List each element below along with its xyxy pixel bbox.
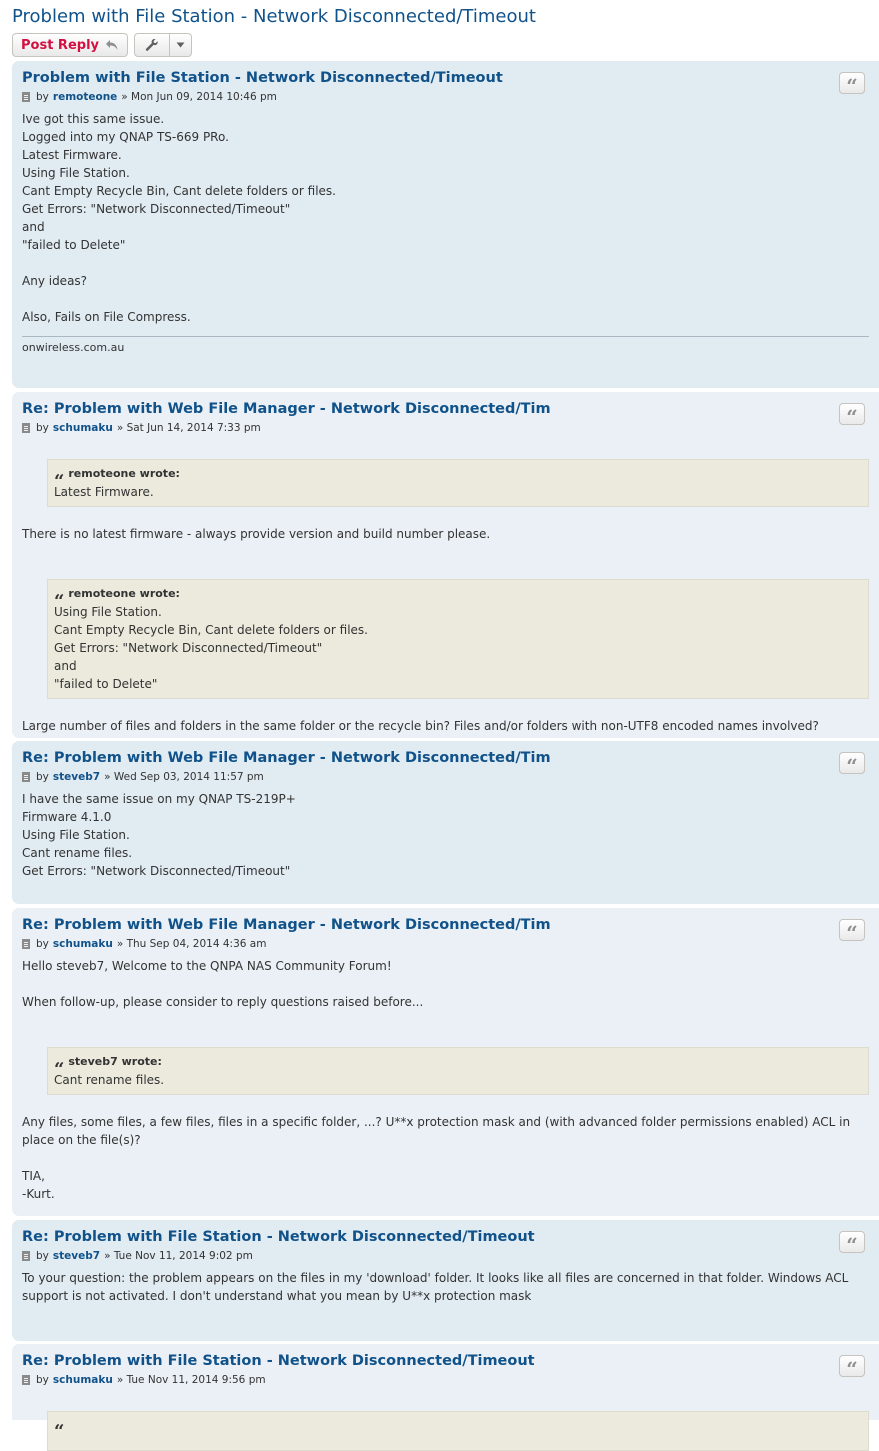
- text-line: Firmware 4.1.0: [22, 810, 112, 824]
- author-link[interactable]: steveb7: [53, 771, 100, 783]
- post: Re: Problem with File Station - Network …: [12, 1344, 879, 1451]
- text-paragraph: To your question: the problem appears on…: [22, 1271, 849, 1303]
- quote-cite: “remoteone wrote:: [54, 465, 862, 483]
- author-link[interactable]: schumaku: [53, 938, 113, 950]
- text-line: TIA,: [22, 1169, 45, 1183]
- post-date: » Thu Sep 04, 2014 4:36 am: [116, 938, 267, 950]
- post-icon[interactable]: [22, 92, 30, 102]
- quote-button[interactable]: “: [839, 72, 865, 96]
- post-content: “remoteone wrote: Latest Firmware. There…: [22, 441, 869, 735]
- post: Re: Problem with File Station - Network …: [12, 1220, 879, 1341]
- text-line: Also, Fails on File Compress.: [22, 310, 191, 324]
- post-title[interactable]: Re: Problem with File Station - Network …: [22, 1228, 822, 1246]
- signature: onwireless.com.au: [22, 336, 869, 357]
- text-line: [22, 254, 869, 272]
- text-line: Using File Station.: [22, 166, 130, 180]
- topic-actions: Post Reply: [12, 33, 192, 57]
- post-title[interactable]: Re: Problem with Web File Manager - Netw…: [22, 749, 822, 767]
- text-line: Get Errors: "Network Disconnected/Timeou…: [22, 202, 291, 216]
- quote-button[interactable]: “: [839, 1231, 865, 1255]
- post: Problem with File Station - Network Disc…: [12, 61, 879, 388]
- text-line: I have the same issue on my QNAP TS-219P…: [22, 792, 296, 806]
- text-line: Using File Station.: [22, 828, 130, 842]
- post-author-line: by steveb7 » Tue Nov 11, 2014 9:02 pm: [22, 1250, 869, 1262]
- text-line: [22, 975, 869, 993]
- post-content: Hello steveb7, Welcome to the QNPA NAS C…: [22, 957, 869, 1203]
- text-line: Logged into my QNAP TS-669 PRo.: [22, 130, 229, 144]
- post-title[interactable]: Re: Problem with Web File Manager - Netw…: [22, 400, 822, 418]
- text-line: and: [22, 220, 45, 234]
- post-title[interactable]: Re: Problem with File Station - Network …: [22, 1352, 822, 1370]
- wrench-icon: [135, 34, 169, 56]
- post-content: “: [22, 1393, 869, 1451]
- quote-block: “remoteone wrote: Using File Station. Ca…: [47, 579, 869, 699]
- post-date: » Mon Jun 09, 2014 10:46 pm: [121, 91, 277, 103]
- text-line: There is no latest firmware - always pro…: [22, 527, 491, 541]
- post-icon[interactable]: [22, 1251, 30, 1261]
- post: Re: Problem with Web File Manager - Netw…: [12, 741, 879, 904]
- post-author-line: by schumaku » Thu Sep 04, 2014 4:36 am: [22, 938, 869, 950]
- quote-cite: “: [54, 1417, 862, 1432]
- quote-block: “remoteone wrote: Latest Firmware.: [47, 459, 869, 507]
- text-line: Hello steveb7, Welcome to the QNPA NAS C…: [22, 959, 392, 973]
- quote-icon: “: [54, 1055, 64, 1070]
- quote-icon: “: [54, 587, 64, 602]
- post-icon[interactable]: [22, 423, 30, 433]
- post-content: To your question: the problem appears on…: [22, 1269, 869, 1305]
- post-icon[interactable]: [22, 939, 30, 949]
- author-link[interactable]: remoteone: [53, 91, 117, 103]
- quote-cite: “steveb7 wrote:: [54, 1053, 862, 1071]
- text-line: [22, 290, 869, 308]
- quote-icon: “: [54, 1417, 64, 1432]
- post-author-line: by remoteone » Mon Jun 09, 2014 10:46 pm: [22, 91, 869, 103]
- post-title[interactable]: Problem with File Station - Network Disc…: [22, 69, 822, 87]
- quote-block: “: [47, 1411, 869, 1451]
- topic-title[interactable]: Problem with File Station - Network Disc…: [12, 6, 536, 27]
- chevron-down-icon: [169, 34, 191, 56]
- text-line: Latest Firmware.: [22, 148, 122, 162]
- post-date: » Sat Jun 14, 2014 7:33 pm: [116, 422, 261, 434]
- quote-button[interactable]: “: [839, 752, 865, 776]
- post-icon[interactable]: [22, 1375, 30, 1385]
- post-date: » Wed Sep 03, 2014 11:57 pm: [104, 771, 264, 783]
- author-link[interactable]: schumaku: [53, 1374, 113, 1386]
- text-line: "failed to Delete": [22, 238, 126, 252]
- text-line: Cant Empty Recycle Bin, Cant delete fold…: [22, 184, 336, 198]
- quote-cite: “remoteone wrote:: [54, 585, 862, 603]
- post-author-line: by schumaku » Tue Nov 11, 2014 9:56 pm: [22, 1374, 869, 1386]
- reply-arrow-icon: [105, 39, 119, 51]
- quote-button[interactable]: “: [839, 1355, 865, 1379]
- author-link[interactable]: schumaku: [53, 422, 113, 434]
- text-paragraph: Any files, some files, a few files, file…: [22, 1115, 851, 1147]
- quote-block: “steveb7 wrote: Cant rename files.: [47, 1047, 869, 1095]
- text-line: Any ideas?: [22, 274, 88, 288]
- post-content: I have the same issue on my QNAP TS-219P…: [22, 790, 869, 880]
- quote-button[interactable]: “: [839, 919, 865, 943]
- text-line: Get Errors: "Network Disconnected/Timeou…: [22, 864, 291, 878]
- post: Re: Problem with Web File Manager - Netw…: [12, 392, 879, 738]
- post-date: » Tue Nov 11, 2014 9:02 pm: [104, 1250, 253, 1262]
- post-date: » Tue Nov 11, 2014 9:56 pm: [116, 1374, 266, 1386]
- post-title[interactable]: Re: Problem with Web File Manager - Netw…: [22, 916, 822, 934]
- post-author-line: by schumaku » Sat Jun 14, 2014 7:33 pm: [22, 422, 869, 434]
- post-author-line: by steveb7 » Wed Sep 03, 2014 11:57 pm: [22, 771, 869, 783]
- quote-button[interactable]: “: [839, 403, 865, 427]
- author-link[interactable]: steveb7: [53, 1250, 100, 1262]
- post-content: Ive got this same issue. Logged into my …: [22, 110, 869, 326]
- text-line: -Kurt.: [22, 1187, 55, 1201]
- text-line: Large number of files and folders in the…: [22, 719, 819, 733]
- text-line: When follow-up, please consider to reply…: [22, 995, 424, 1009]
- text-line: [22, 1149, 869, 1167]
- post-icon[interactable]: [22, 772, 30, 782]
- text-line: Ive got this same issue.: [22, 112, 165, 126]
- post-reply-label: Post Reply: [21, 37, 99, 53]
- post: Re: Problem with Web File Manager - Netw…: [12, 908, 879, 1216]
- topic-tools-dropdown[interactable]: [134, 33, 192, 57]
- text-line: Cant rename files.: [22, 846, 133, 860]
- post-reply-button[interactable]: Post Reply: [12, 33, 128, 57]
- quote-icon: “: [54, 467, 64, 482]
